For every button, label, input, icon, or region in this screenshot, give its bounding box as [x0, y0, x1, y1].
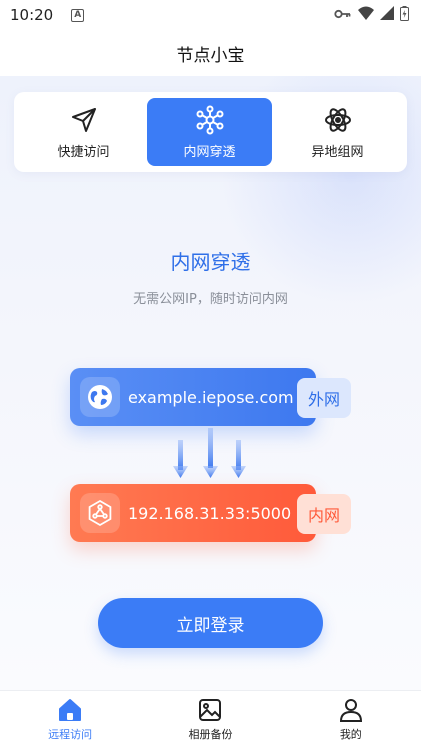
section-subtitle: 无需公网IP，随时访问内网: [133, 292, 288, 307]
globe-icon: [80, 377, 120, 417]
wifi-icon: [358, 6, 374, 24]
atom-icon: [323, 105, 353, 135]
status-bar: 10:20 A: [0, 0, 421, 30]
feature-tabs: 快捷访问 内网穿透 异地组网: [14, 92, 407, 172]
section-title: 内网穿透: [170, 250, 251, 274]
external-network-tag: 外网: [297, 378, 351, 418]
photo-icon: [197, 697, 223, 723]
nav-label: 相册备份: [188, 728, 233, 741]
nav-item-photo-backup[interactable]: 相册备份: [140, 691, 280, 748]
home-icon: [57, 697, 83, 723]
tab-label: 快捷访问: [57, 144, 110, 160]
battery-icon: [400, 5, 409, 25]
tab-quick-access[interactable]: 快捷访问: [21, 98, 146, 166]
nav-item-remote-access[interactable]: 远程访问: [0, 691, 140, 748]
paper-plane-icon: [69, 105, 99, 135]
nav-label: 我的: [339, 728, 362, 741]
external-address: example.iepose.com: [128, 387, 294, 407]
internal-address-card: 192.168.31.33:5000: [70, 484, 316, 542]
tab-label: 内网穿透: [183, 144, 236, 160]
external-address-card: example.iepose.com: [70, 368, 316, 426]
network-nodes-icon: [195, 105, 225, 135]
internal-network-tag: 内网: [297, 494, 351, 534]
internal-address: 192.168.31.33:5000: [128, 503, 292, 523]
bottom-nav: 远程访问 相册备份 我的: [0, 690, 421, 748]
status-time: 10:20: [10, 6, 54, 24]
user-icon: [338, 697, 364, 723]
down-arrows-icon: [173, 428, 246, 478]
tab-remote-networking[interactable]: 异地组网: [275, 98, 400, 166]
nav-item-mine[interactable]: 我的: [281, 691, 421, 748]
status-icons: [334, 5, 409, 25]
network-hexagon-icon: [80, 493, 120, 533]
tab-intranet-penetration[interactable]: 内网穿透: [147, 98, 272, 166]
app-header: 节点小宝: [0, 30, 421, 76]
key-icon: [334, 6, 352, 24]
main-content: 快捷访问 内网穿透 异地组网 内网穿透 无需公网IP，随时访问内网 exampl…: [0, 76, 421, 690]
nav-label: 远程访问: [48, 728, 93, 741]
login-button[interactable]: 立即登录: [98, 598, 323, 648]
signal-icon: [380, 6, 394, 24]
page-title: 节点小宝: [176, 45, 245, 66]
notification-badge-icon: A: [71, 8, 85, 22]
tab-label: 异地组网: [311, 144, 364, 160]
